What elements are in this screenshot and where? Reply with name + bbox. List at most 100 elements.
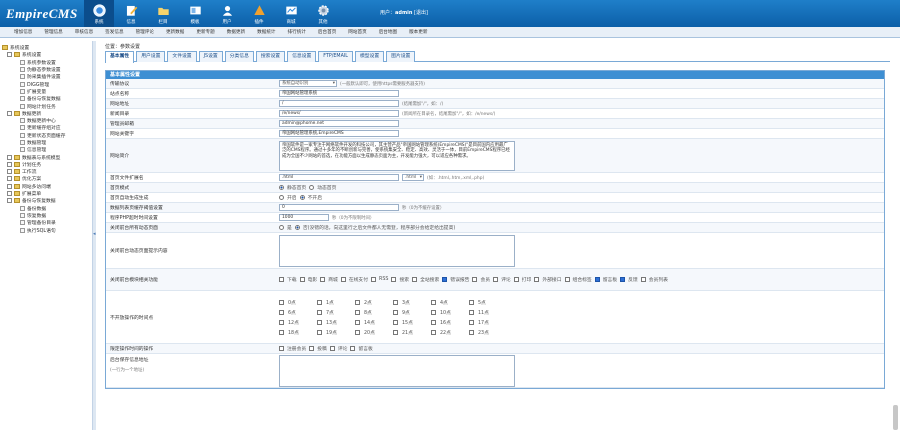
checkbox-fullsearch[interactable] [412, 277, 418, 282]
checkbox[interactable] [469, 309, 474, 315]
hour-option[interactable]: 9点 [393, 309, 431, 316]
hour-option[interactable]: 0点 [279, 299, 317, 306]
quicknav-item[interactable]: 管理评论 [136, 29, 154, 35]
radio-dynamic[interactable] [309, 185, 315, 190]
hour-option[interactable]: 8点 [355, 309, 393, 316]
quicknav-item[interactable]: 管理信息 [44, 29, 62, 35]
tree-node[interactable]: 数据表与系统模型 [2, 153, 90, 161]
tree-leaf[interactable]: 管理备份目录 [2, 219, 90, 226]
tree-node[interactable]: 系统设置 [2, 51, 90, 58]
tab-file[interactable]: 文件设置 [167, 51, 197, 62]
checkbox[interactable] [279, 329, 284, 335]
checkbox-comment[interactable] [493, 277, 499, 282]
index-ext-select[interactable]: .html [402, 174, 424, 181]
hour-option[interactable]: 18点 [279, 329, 317, 336]
checkbox-submit[interactable] [309, 346, 315, 351]
checkbox[interactable] [355, 299, 360, 305]
hour-option[interactable]: 7点 [317, 309, 355, 316]
checkbox-guestbook[interactable] [350, 346, 356, 351]
tree-node[interactable]: 备份与恢复数据 [2, 197, 90, 204]
quicknav-item[interactable]: 版本更新 [409, 29, 427, 35]
tree-leaf[interactable]: 伪静态参数设置 [2, 66, 90, 73]
checkbox-movie[interactable] [299, 277, 305, 282]
hour-option[interactable]: 17点 [469, 319, 507, 326]
radio-on[interactable] [279, 195, 284, 200]
email-field[interactable]: admin@phome.net [279, 120, 399, 127]
topnav-system[interactable]: 系统 [84, 0, 114, 27]
tree-leaf[interactable]: 数据管理 [2, 139, 90, 146]
hour-option[interactable]: 16点 [431, 319, 469, 326]
proxy-textarea[interactable] [279, 355, 515, 387]
quicknav-item[interactable]: 增加信息 [14, 29, 32, 35]
quicknav-item[interactable]: 审核信息 [75, 29, 93, 35]
hour-option[interactable]: 10点 [431, 309, 469, 316]
news-dir-input[interactable]: /e/news/ [279, 110, 399, 117]
tab-js[interactable]: JS设置 [198, 51, 223, 62]
tree-leaf[interactable]: 系统参数设置 [2, 59, 90, 66]
hour-option[interactable]: 12点 [279, 319, 317, 326]
quicknav-item[interactable]: 签发信息 [105, 29, 123, 35]
quicknav-item[interactable]: 后台地图 [379, 29, 397, 35]
checkbox[interactable] [393, 329, 398, 335]
close-msg-textarea[interactable] [279, 234, 515, 267]
hour-option[interactable]: 1点 [317, 299, 355, 306]
checkbox[interactable] [431, 319, 436, 325]
protocol-select[interactable]: 系统自动识别 [279, 80, 337, 87]
tree-leaf[interactable]: 备份与恢复数据 [2, 95, 90, 102]
checkbox-shop[interactable] [320, 277, 326, 282]
checkbox[interactable] [393, 309, 398, 315]
checkbox[interactable] [431, 329, 436, 335]
quicknav-item[interactable]: 更新数据 [166, 29, 184, 35]
checkbox[interactable] [355, 319, 360, 325]
checkbox[interactable] [279, 299, 284, 305]
hour-option[interactable]: 15点 [393, 319, 431, 326]
checkbox-member[interactable] [472, 277, 478, 282]
hour-option[interactable]: 2点 [355, 299, 393, 306]
topnav-user[interactable]: 用户 [212, 0, 242, 27]
topnav-info[interactable]: 信息 [116, 0, 146, 27]
tab-info[interactable]: 信息设置 [287, 51, 317, 62]
quicknav-item[interactable]: 网站首页 [348, 29, 366, 35]
hour-option[interactable]: 22点 [431, 329, 469, 336]
tree-node[interactable]: 扩展菜单 [2, 190, 90, 197]
tab-user[interactable]: 用户设置 [136, 51, 166, 62]
site-url-input[interactable]: / [279, 100, 399, 107]
checkbox[interactable] [317, 329, 322, 335]
checkbox[interactable] [317, 299, 322, 305]
checkbox-print[interactable] [513, 277, 519, 282]
tab-basic[interactable]: 基本属性 [105, 51, 135, 63]
hour-option[interactable]: 19点 [317, 329, 355, 336]
radio-yes[interactable] [279, 225, 284, 230]
tree-leaf[interactable]: 数据更新中心 [2, 117, 90, 124]
checkbox-search[interactable] [391, 277, 397, 282]
hour-option[interactable]: 20点 [355, 329, 393, 336]
radio-no[interactable] [294, 225, 300, 230]
checkbox[interactable] [431, 299, 436, 305]
topnav-column[interactable]: 栏目 [148, 0, 178, 27]
tree-leaf[interactable]: 信息管理 [2, 146, 90, 153]
checkbox-memberlist[interactable] [640, 277, 646, 282]
checkbox-register[interactable] [279, 346, 284, 351]
hour-option[interactable]: 21点 [393, 329, 431, 336]
checkbox-tags[interactable] [564, 277, 570, 282]
site-name-input[interactable]: 帝国网站管理系统 [279, 90, 399, 97]
checkbox[interactable] [317, 319, 322, 325]
tab-ftp-email[interactable]: FTP/EMAIL [318, 51, 353, 62]
checkbox[interactable] [469, 329, 474, 335]
sidebar-splitter[interactable]: ◂ [92, 41, 96, 430]
tree-leaf[interactable]: 更新缓存组对应 [2, 124, 90, 131]
tree-leaf[interactable]: 防采集插件设置 [2, 73, 90, 80]
hour-option[interactable]: 23点 [469, 329, 507, 336]
tree-node[interactable]: 工作流 [2, 168, 90, 175]
checkbox-pay[interactable] [340, 277, 346, 282]
hour-option[interactable]: 4点 [431, 299, 469, 306]
tab-image[interactable]: 图片设置 [386, 51, 416, 62]
checkbox-api[interactable] [534, 277, 540, 282]
tree-node[interactable]: 计划任务 [2, 161, 90, 168]
checkbox[interactable] [355, 309, 360, 315]
hour-option[interactable]: 14点 [355, 319, 393, 326]
radio-off[interactable] [299, 195, 305, 200]
hour-option[interactable]: 11点 [469, 309, 507, 316]
tree-leaf[interactable]: 网站计划任务 [2, 102, 90, 110]
checkbox[interactable] [279, 319, 284, 325]
